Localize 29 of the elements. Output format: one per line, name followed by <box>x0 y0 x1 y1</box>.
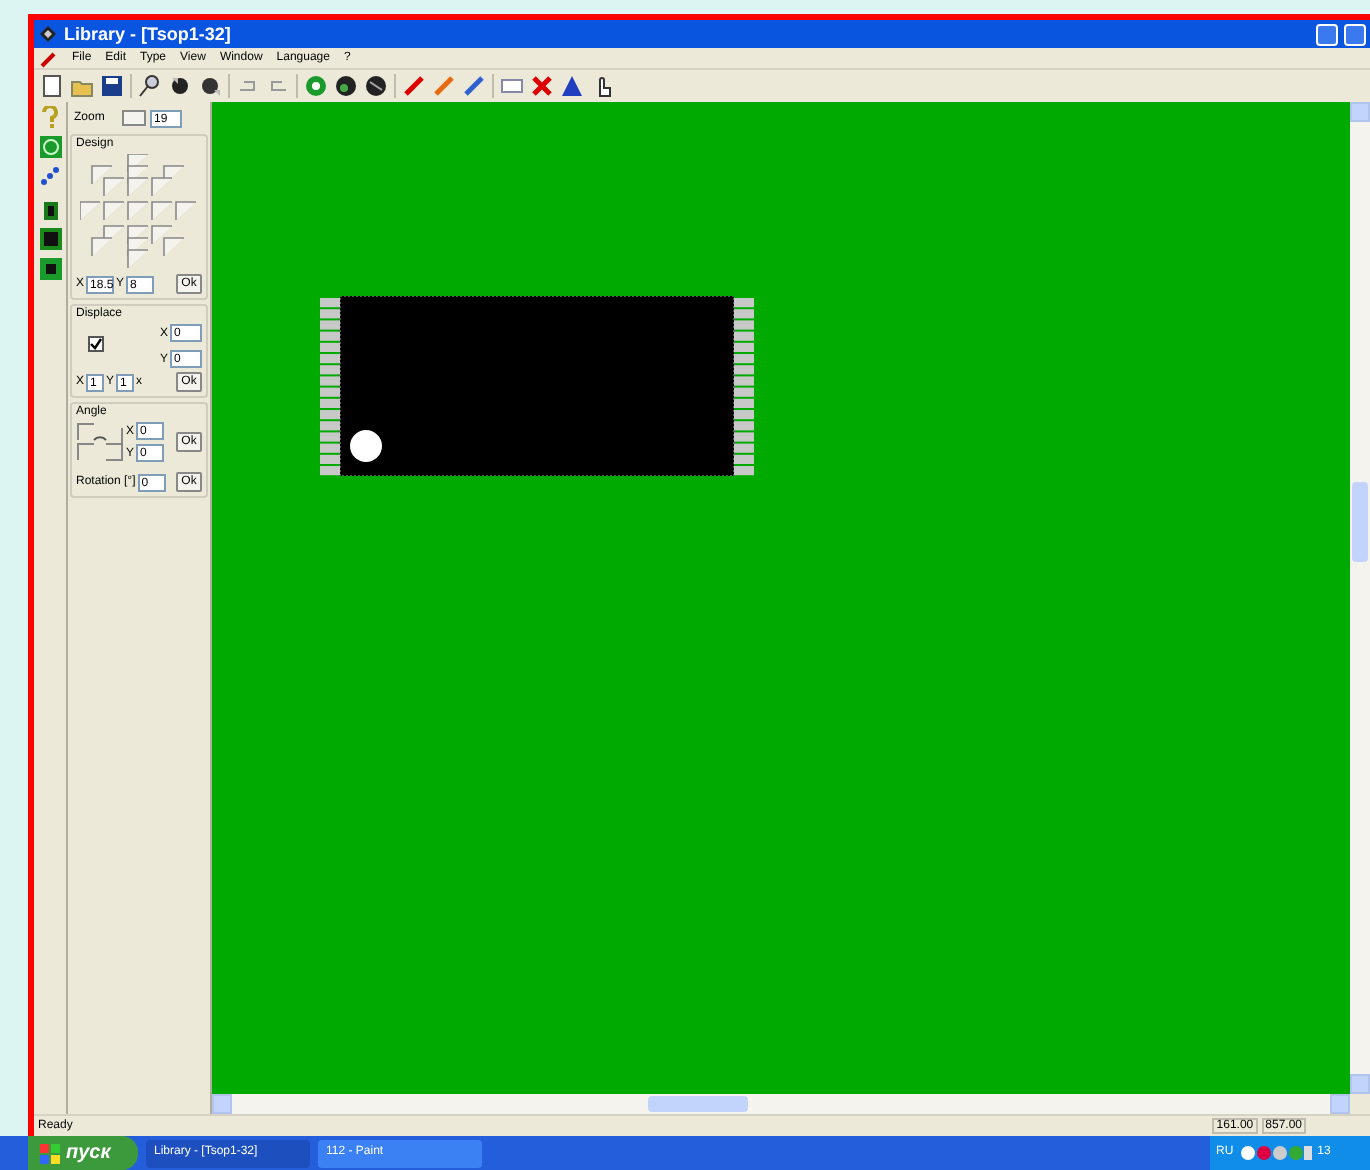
new-file-icon[interactable] <box>40 74 64 98</box>
grid-icon[interactable] <box>500 74 524 98</box>
window-title: Library - [Tsop1-32] <box>64 25 231 43</box>
pencil-icon[interactable] <box>432 74 456 98</box>
ring-icon[interactable] <box>39 136 61 158</box>
tray-icons-drawing[interactable] <box>1239 1144 1312 1162</box>
rotation-buttons-drawing[interactable] <box>76 422 124 462</box>
checkbox[interactable] <box>88 336 104 352</box>
pencil-icon <box>40 49 58 67</box>
triangle-icon[interactable] <box>560 74 584 98</box>
app-icon <box>38 24 58 44</box>
canvas[interactable] <box>212 102 1350 1094</box>
horizontal-scrollbar[interactable] <box>212 1094 1350 1114</box>
disc-icon[interactable] <box>364 74 388 98</box>
pencil-icon[interactable] <box>462 74 486 98</box>
windows-logo-icon <box>40 1143 60 1163</box>
magnifier-icon[interactable] <box>138 74 162 98</box>
square-icon[interactable] <box>39 258 61 280</box>
dots-icon[interactable] <box>39 166 61 188</box>
restore-button[interactable] <box>1344 23 1366 45</box>
zoom-spinner[interactable] <box>122 110 146 126</box>
start-button[interactable]: пуск <box>28 1136 138 1170</box>
ring-icon[interactable] <box>304 74 328 98</box>
square-icon[interactable] <box>39 228 61 250</box>
delete-icon[interactable] <box>530 74 554 98</box>
pencil-icon[interactable] <box>402 74 426 98</box>
disc-icon[interactable] <box>334 74 358 98</box>
vertical-scrollbar[interactable] <box>1350 102 1370 1094</box>
minimize-button[interactable] <box>1316 23 1338 45</box>
